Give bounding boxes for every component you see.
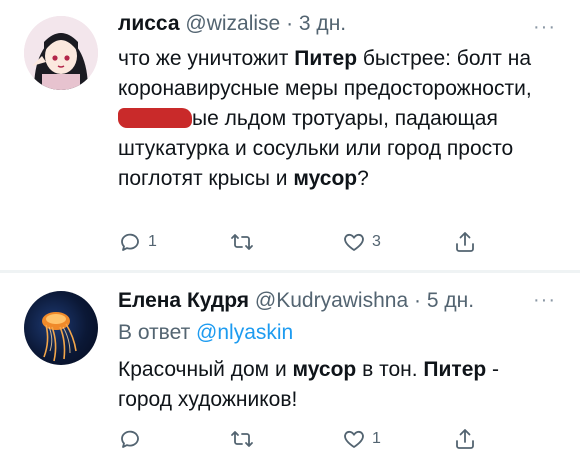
- text-bold: Питер: [423, 358, 487, 381]
- reply-icon: [121, 430, 139, 448]
- share-icon: [456, 429, 474, 449]
- reply-button[interactable]: 1: [118, 228, 157, 256]
- author-handle[interactable]: @Kudryawishna: [255, 289, 408, 312]
- retweet-icon: [231, 234, 253, 250]
- avatar[interactable]: [24, 16, 98, 90]
- heart-icon: [344, 233, 364, 251]
- reply-count: 1: [148, 233, 157, 250]
- reply-context: В ответ @nlyaskin: [118, 321, 293, 345]
- tweet-header: Елена Кудря @Kudryawishna · 5 дн.: [118, 289, 474, 313]
- tweet-header: лисса @wizalise · 3 дн.: [118, 12, 346, 36]
- share-icon: [456, 232, 474, 252]
- more-options-icon[interactable]: ···: [533, 289, 556, 312]
- timestamp[interactable]: 5 дн.: [427, 289, 474, 312]
- tweet-actions: 1: [118, 425, 498, 453]
- like-button[interactable]: 3: [342, 228, 381, 256]
- author-name[interactable]: лисса: [118, 12, 180, 35]
- like-count: 3: [372, 233, 381, 250]
- avatar-jellyfish-image: [42, 312, 77, 362]
- timestamp[interactable]: 3 дн.: [299, 12, 346, 35]
- retweet-button[interactable]: [230, 228, 260, 256]
- reply-icon: [121, 233, 139, 251]
- retweet-button[interactable]: [230, 425, 260, 453]
- text-segment: Красочный дом и: [118, 358, 293, 381]
- retweet-icon: [231, 431, 253, 447]
- separator: ·: [413, 289, 421, 312]
- tweet-actions: 1 3: [118, 228, 498, 256]
- reply-to-handle-link[interactable]: @nlyaskin: [196, 321, 293, 344]
- text-segment: в тон.: [356, 358, 424, 381]
- author-name[interactable]: Елена Кудря: [118, 289, 249, 312]
- reply-to-label: В ответ: [118, 321, 197, 344]
- tweet-text: что же уничтожит Питер быстрее: болт на …: [118, 44, 558, 194]
- tweet-1[interactable]: лисса @wizalise · 3 дн. ··· что же уничт…: [0, 0, 580, 270]
- reply-button[interactable]: [118, 425, 148, 453]
- text-bold: Питер: [294, 47, 358, 70]
- like-count: 1: [372, 430, 381, 447]
- text-segment: что же уничтожит: [118, 47, 295, 70]
- text-segment: ?: [357, 167, 369, 190]
- tweet-2[interactable]: Елена Кудря @Kudryawishna · 5 дн. ··· В …: [0, 273, 580, 469]
- author-handle[interactable]: @wizalise: [185, 12, 280, 35]
- like-button[interactable]: 1: [342, 425, 381, 453]
- share-button[interactable]: [453, 425, 477, 453]
- avatar-anime-girl-image: [24, 16, 98, 90]
- text-bold: мусор: [293, 167, 358, 190]
- avatar[interactable]: [24, 291, 98, 365]
- heart-icon: [344, 430, 364, 448]
- tweet-text: Красочный дом и мусор в тон. Питер - гор…: [118, 355, 558, 415]
- redaction-mark: [118, 108, 192, 128]
- more-options-icon[interactable]: ···: [533, 16, 556, 39]
- text-bold: мусор: [292, 358, 357, 381]
- separator: ·: [286, 12, 294, 35]
- share-button[interactable]: [453, 228, 477, 256]
